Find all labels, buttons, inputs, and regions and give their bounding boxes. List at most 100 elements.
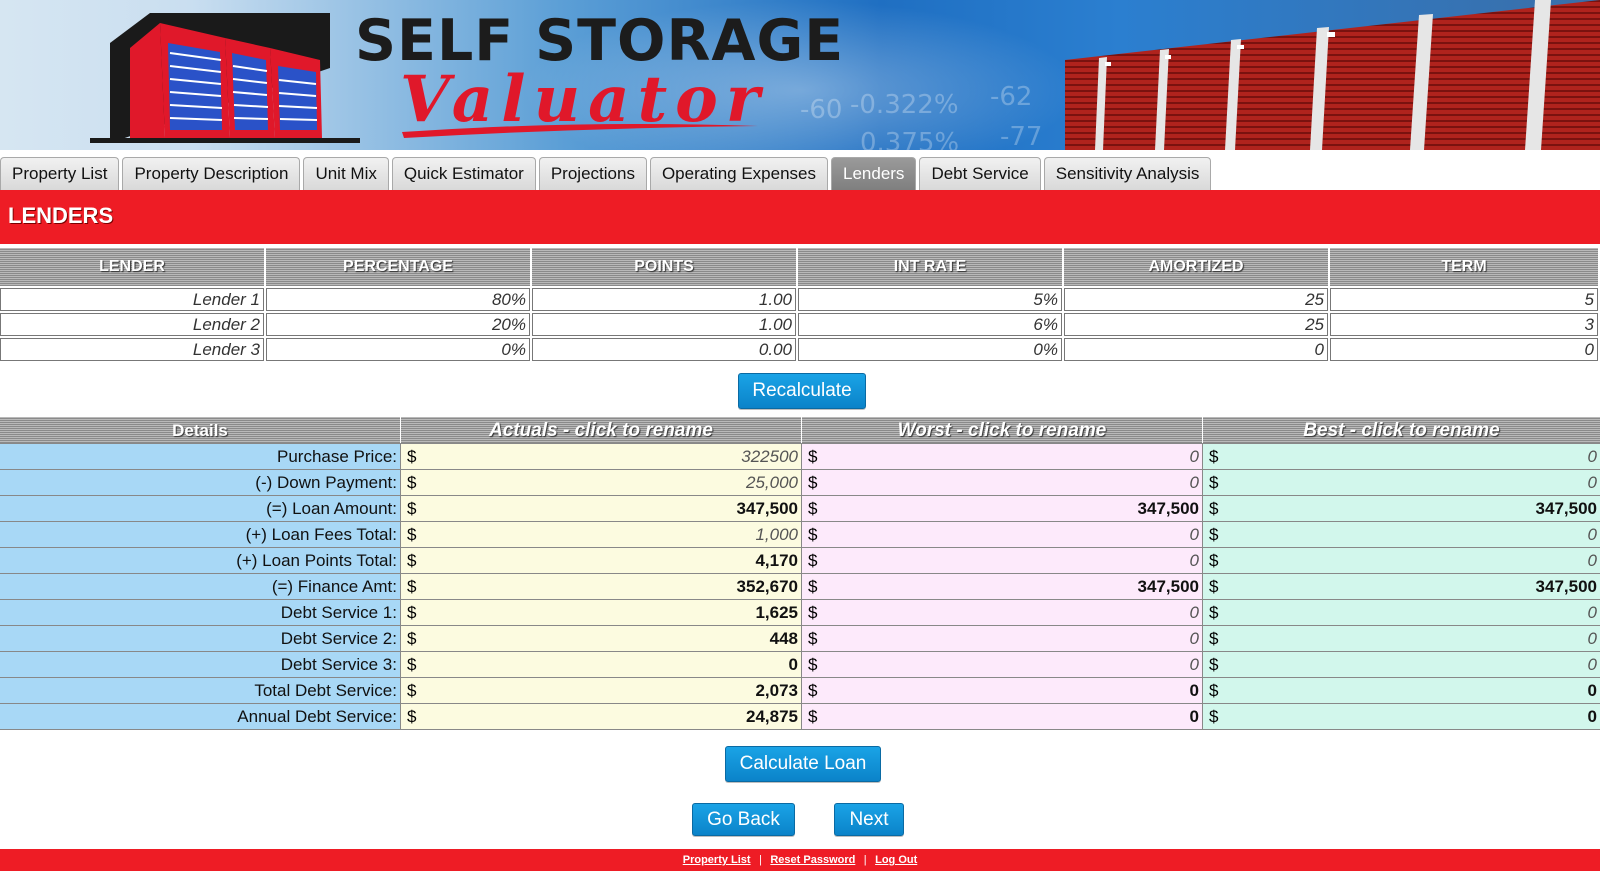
tab-debt-service[interactable]: Debt Service <box>919 157 1041 190</box>
term-input[interactable]: 0 <box>1330 338 1598 361</box>
percentage-input[interactable]: 20% <box>266 313 530 336</box>
column-header-amortized: AMORTIZED <box>1064 248 1330 286</box>
scenario-cell-actuals: $24,875 <box>401 704 802 729</box>
tab-property-list[interactable]: Property List <box>0 157 120 190</box>
tab-sensitivity-analysis[interactable]: Sensitivity Analysis <box>1043 157 1212 190</box>
scenario-cell-worst: $347,500 <box>802 496 1203 521</box>
currency-symbol: $ <box>808 525 818 544</box>
value-best[interactable]: 0 <box>1219 444 1600 469</box>
table-row: Debt Service 3: $0 $0 $0 <box>0 652 1600 678</box>
int-rate-input[interactable]: 6% <box>798 313 1062 336</box>
footer-separator: | <box>863 854 867 866</box>
currency-symbol: $ <box>407 525 417 544</box>
value-best[interactable]: 0 <box>1219 626 1600 651</box>
table-row: Total Debt Service: $2,073 $0 $0 <box>0 678 1600 704</box>
table-row: Lender 3 0% 0.00 0% 0 0 <box>0 336 1600 361</box>
value-worst[interactable]: 0 <box>818 470 1202 495</box>
value-best[interactable]: 0 <box>1219 652 1600 677</box>
value-worst: 0 <box>1189 707 1199 726</box>
scenario-cell-best: $0 <box>1203 548 1600 573</box>
tab-property-description[interactable]: Property Description <box>122 157 301 190</box>
table-row: Lender 2 20% 1.00 6% 25 3 <box>0 311 1600 336</box>
currency-symbol: $ <box>808 473 818 492</box>
value-actuals[interactable]: 322500 <box>417 444 801 469</box>
value-best[interactable]: 0 <box>1219 548 1600 573</box>
term-input[interactable]: 5 <box>1330 288 1598 311</box>
int-rate-input[interactable]: 5% <box>798 288 1062 311</box>
value-best[interactable]: 0 <box>1219 470 1600 495</box>
table-row: Debt Service 2: $448 $0 $0 <box>0 626 1600 652</box>
scenario-actuals-rename[interactable]: Actuals - click to rename <box>401 417 802 443</box>
percentage-input[interactable]: 0% <box>266 338 530 361</box>
value-actuals: 24,875 <box>746 707 798 726</box>
value-best: 0 <box>1587 681 1597 700</box>
tab-operating-expenses[interactable]: Operating Expenses <box>649 157 828 190</box>
details-body: Purchase Price: $322500 $0 $0 (-) Down Payme… <box>0 444 1600 730</box>
currency-symbol: $ <box>1209 577 1219 596</box>
value-worst[interactable]: 0 <box>818 522 1202 547</box>
tab-lenders[interactable]: Lenders <box>831 157 917 190</box>
calculate-loan-button[interactable]: Calculate Loan <box>725 746 881 782</box>
footer-link-reset-password[interactable]: Reset Password <box>770 854 855 866</box>
scenario-cell-worst: $0 <box>802 626 1203 651</box>
scenario-cell-actuals: $1,000 <box>401 522 802 547</box>
points-input[interactable]: 1.00 <box>532 313 796 336</box>
scenario-cell-best: $0 <box>1203 626 1600 651</box>
scenario-cell-best: $0 <box>1203 522 1600 547</box>
value-worst[interactable]: 0 <box>818 652 1202 677</box>
tab-quick-estimator[interactable]: Quick Estimator <box>391 157 536 190</box>
value-worst: 347,500 <box>1137 499 1199 518</box>
footer: Property List | Reset Password | Log Out <box>0 849 1600 871</box>
amortized-input[interactable]: 0 <box>1064 338 1328 361</box>
currency-symbol: $ <box>808 447 818 466</box>
scenario-worst-rename[interactable]: Worst - click to rename <box>802 417 1203 443</box>
value-actuals: 2,073 <box>755 681 798 700</box>
value-worst[interactable]: 0 <box>818 548 1202 573</box>
scenario-cell-actuals: $347,500 <box>401 496 802 521</box>
value-actuals[interactable]: 1,000 <box>417 522 801 547</box>
term-input[interactable]: 3 <box>1330 313 1598 336</box>
go-back-button[interactable]: Go Back <box>692 803 795 836</box>
scenario-best-rename[interactable]: Best - click to rename <box>1203 417 1600 443</box>
currency-symbol: $ <box>808 629 818 648</box>
banner-ticker-text: -62 <box>990 82 1033 112</box>
currency-symbol: $ <box>1209 603 1219 622</box>
next-button[interactable]: Next <box>834 803 904 836</box>
value-worst[interactable]: 0 <box>818 444 1202 469</box>
points-input[interactable]: 1.00 <box>532 288 796 311</box>
lender-name-input[interactable]: Lender 2 <box>0 313 264 336</box>
banner-ticker-text: -77 <box>1000 122 1043 150</box>
amortized-input[interactable]: 25 <box>1064 288 1328 311</box>
lenders-header-row: LENDER PERCENTAGE POINTS INT RATE AMORTI… <box>0 248 1600 286</box>
amortized-input[interactable]: 25 <box>1064 313 1328 336</box>
value-actuals: 347,500 <box>736 499 798 518</box>
value-actuals[interactable]: 25,000 <box>417 470 801 495</box>
value-best[interactable]: 0 <box>1219 600 1600 625</box>
percentage-input[interactable]: 80% <box>266 288 530 311</box>
table-row: (-) Down Payment: $25,000 $0 $0 <box>0 470 1600 496</box>
section-header-bar: LENDERS <box>0 190 1600 244</box>
scenario-cell-actuals: $448 <box>401 626 802 651</box>
footer-link-log-out[interactable]: Log Out <box>875 854 917 866</box>
tab-unit-mix[interactable]: Unit Mix <box>303 157 389 190</box>
details-table: Details Actuals - click to rename Worst … <box>0 417 1600 730</box>
scenario-cell-worst: $0 <box>802 522 1203 547</box>
recalculate-button[interactable]: Recalculate <box>738 373 866 409</box>
scenario-cell-best: $0 <box>1203 470 1600 495</box>
points-input[interactable]: 0.00 <box>532 338 796 361</box>
int-rate-input[interactable]: 0% <box>798 338 1062 361</box>
currency-symbol: $ <box>407 447 417 466</box>
detail-label: Debt Service 3: <box>0 652 401 677</box>
lender-name-input[interactable]: Lender 1 <box>0 288 264 311</box>
tab-projections[interactable]: Projections <box>538 157 647 190</box>
value-worst[interactable]: 0 <box>818 626 1202 651</box>
column-header-percentage: PERCENTAGE <box>266 248 532 286</box>
scenario-cell-actuals: $2,073 <box>401 678 802 703</box>
lender-name-input[interactable]: Lender 3 <box>0 338 264 361</box>
value-worst[interactable]: 0 <box>818 600 1202 625</box>
footer-link-property-list[interactable]: Property List <box>683 854 751 866</box>
value-best[interactable]: 0 <box>1219 522 1600 547</box>
detail-label: Total Debt Service: <box>0 678 401 703</box>
lenders-table: LENDER PERCENTAGE POINTS INT RATE AMORTI… <box>0 248 1600 361</box>
currency-symbol: $ <box>407 707 417 726</box>
